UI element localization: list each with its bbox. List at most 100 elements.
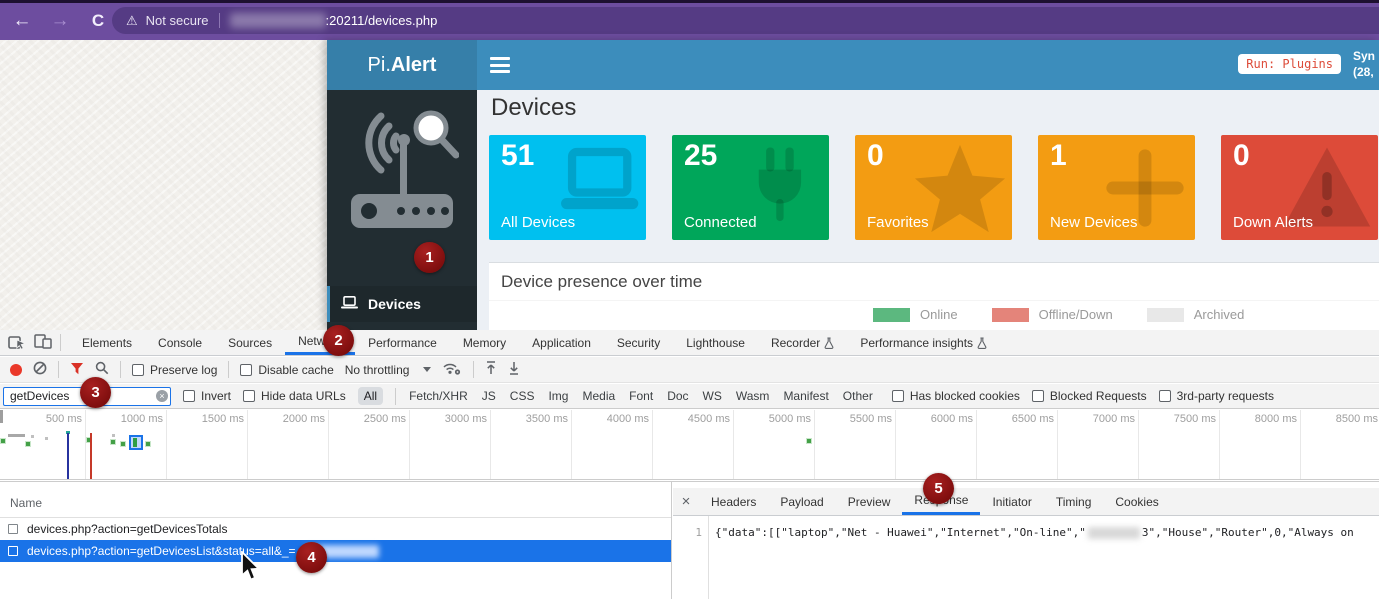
network-filter-bar: × Invert Hide data URLs All Fetch/XHR JS… [0,384,1379,409]
browser-top-strip [0,0,1379,3]
search-icon[interactable] [95,361,109,378]
chevron-down-icon [423,367,431,372]
request-checkbox[interactable] [8,546,18,556]
annotation-badge-1: 1 [414,242,445,273]
third-party-label: 3rd-party requests [1177,389,1274,403]
inspect-element-icon[interactable] [8,333,26,353]
third-party-toggle[interactable]: 3rd-party requests [1159,389,1274,403]
filter-type-wasm[interactable]: Wasm [735,387,771,405]
devtools-panel: Elements Console Sources Network Perform… [0,330,1379,599]
close-icon[interactable]: × [673,488,699,515]
card-down-alerts[interactable]: 0 Down Alerts [1221,135,1378,240]
tab-label: Sources [228,336,272,350]
network-conditions-icon[interactable] [442,361,462,379]
hamburger-icon[interactable] [490,57,510,73]
selected-request-marker[interactable] [129,435,143,450]
reload-icon[interactable]: C [86,9,110,33]
run-plugins-button[interactable]: Run: Plugins [1238,54,1341,74]
tab-security[interactable]: Security [604,330,673,355]
clear-icon[interactable] [33,361,47,378]
timeline-tick: 500 ms [5,410,86,479]
clear-filter-icon[interactable]: × [156,390,168,402]
router-scan-logo [345,100,459,239]
filter-type-fetch-xhr[interactable]: Fetch/XHR [408,387,469,405]
filter-type-css[interactable]: CSS [509,387,536,405]
tab-cookies[interactable]: Cookies [1103,488,1170,515]
request-checkbox[interactable] [8,524,18,534]
device-toolbar-icon[interactable] [34,333,52,352]
timeline-tick: 2000 ms [248,410,329,479]
blocked-requests-checkbox[interactable] [1032,390,1044,402]
request-row[interactable]: devices.php?action=getDevicesTotals [0,518,671,540]
tab-preview[interactable]: Preview [836,488,903,515]
tab-timing[interactable]: Timing [1044,488,1104,515]
filter-type-media[interactable]: Media [581,387,616,405]
tab-lighthouse[interactable]: Lighthouse [673,330,758,355]
line-number: 1 [673,516,709,599]
preserve-log-toggle[interactable]: Preserve log [132,363,217,377]
filter-type-manifest[interactable]: Manifest [782,387,829,405]
invert-checkbox[interactable] [183,390,195,402]
disable-cache-checkbox[interactable] [240,364,252,376]
import-har-icon[interactable] [485,361,497,378]
response-viewer[interactable]: 1 {"data":[["laptop","Net - Huawei","Int… [673,516,1379,599]
card-favorites[interactable]: 0 Favorites [855,135,1012,240]
address-bar[interactable]: ⚠ Not secure :20211/devices.php [112,7,1379,34]
legend-label-archived: Archived [1194,307,1245,322]
hide-data-urls-checkbox[interactable] [243,390,255,402]
network-toolbar: Preserve log Disable cache No throttling [0,357,1379,383]
blocked-cookies-checkbox[interactable] [892,390,904,402]
legend-swatch-archived [1147,308,1184,322]
tab-recorder[interactable]: Recorder [758,330,847,355]
timeline-tick: 4000 ms [572,410,653,479]
card-connected[interactable]: 25 Connected [672,135,829,240]
filter-type-other[interactable]: Other [842,387,874,405]
tab-elements[interactable]: Elements [69,330,145,355]
tab-console[interactable]: Console [145,330,215,355]
filter-type-img[interactable]: Img [547,387,569,405]
filter-type-js[interactable]: JS [481,387,497,405]
invert-toggle[interactable]: Invert [183,389,231,403]
tab-performance[interactable]: Performance [355,330,450,355]
throttling-dropdown[interactable]: No throttling [345,363,432,377]
card-new-devices[interactable]: 1 New Devices [1038,135,1195,240]
blocked-cookies-toggle[interactable]: Has blocked cookies [892,389,1020,403]
export-har-icon[interactable] [508,361,520,378]
card-label: Down Alerts [1233,214,1313,231]
tab-memory[interactable]: Memory [450,330,519,355]
record-button[interactable] [10,364,22,376]
tab-initiator[interactable]: Initiator [980,488,1043,515]
sidebar-item-devices[interactable]: Devices [327,286,477,322]
response-text-post: 3","House","Router",0,"Always on [1142,526,1354,539]
forward-icon[interactable]: → [48,9,72,33]
filter-type-ws[interactable]: WS [702,387,723,405]
laptop-icon [341,296,358,312]
network-overview-timeline[interactable]: 500 ms 1000 ms 1500 ms 2000 ms 2500 ms 3… [0,410,1379,480]
back-icon[interactable]: ← [10,9,34,33]
tab-payload[interactable]: Payload [768,488,835,515]
timeline-tick: 1500 ms [167,410,248,479]
card-all-devices[interactable]: 51 All Devices [489,135,646,240]
tab-sources[interactable]: Sources [215,330,285,355]
blocked-requests-toggle[interactable]: Blocked Requests [1032,389,1147,403]
request-row-selected[interactable]: devices.php?action=getDevicesList&status… [0,540,671,562]
filter-icon[interactable] [70,362,84,378]
preserve-log-checkbox[interactable] [132,364,144,376]
filter-type-all[interactable]: All [358,387,383,405]
tab-application[interactable]: Application [519,330,604,355]
disable-cache-toggle[interactable]: Disable cache [240,363,333,377]
requests-name-header[interactable]: Name [0,488,671,518]
timeline-tick: 8500 ms [1301,410,1379,479]
hide-data-urls-toggle[interactable]: Hide data URLs [243,389,346,403]
filter-type-font[interactable]: Font [628,387,654,405]
tab-performance-insights[interactable]: Performance insights [847,330,1000,355]
filter-type-doc[interactable]: Doc [666,387,689,405]
pialert-logo[interactable]: Pi.Alert [327,40,477,90]
third-party-checkbox[interactable] [1159,390,1171,402]
tab-label: Console [158,336,202,350]
legend-swatch-offline [992,308,1029,322]
tab-headers[interactable]: Headers [699,488,768,515]
main-content: Devices 51 All Devices 25 Connected [477,90,1379,330]
sidebar: Devices Presence [327,90,477,330]
card-label: Favorites [867,214,929,231]
